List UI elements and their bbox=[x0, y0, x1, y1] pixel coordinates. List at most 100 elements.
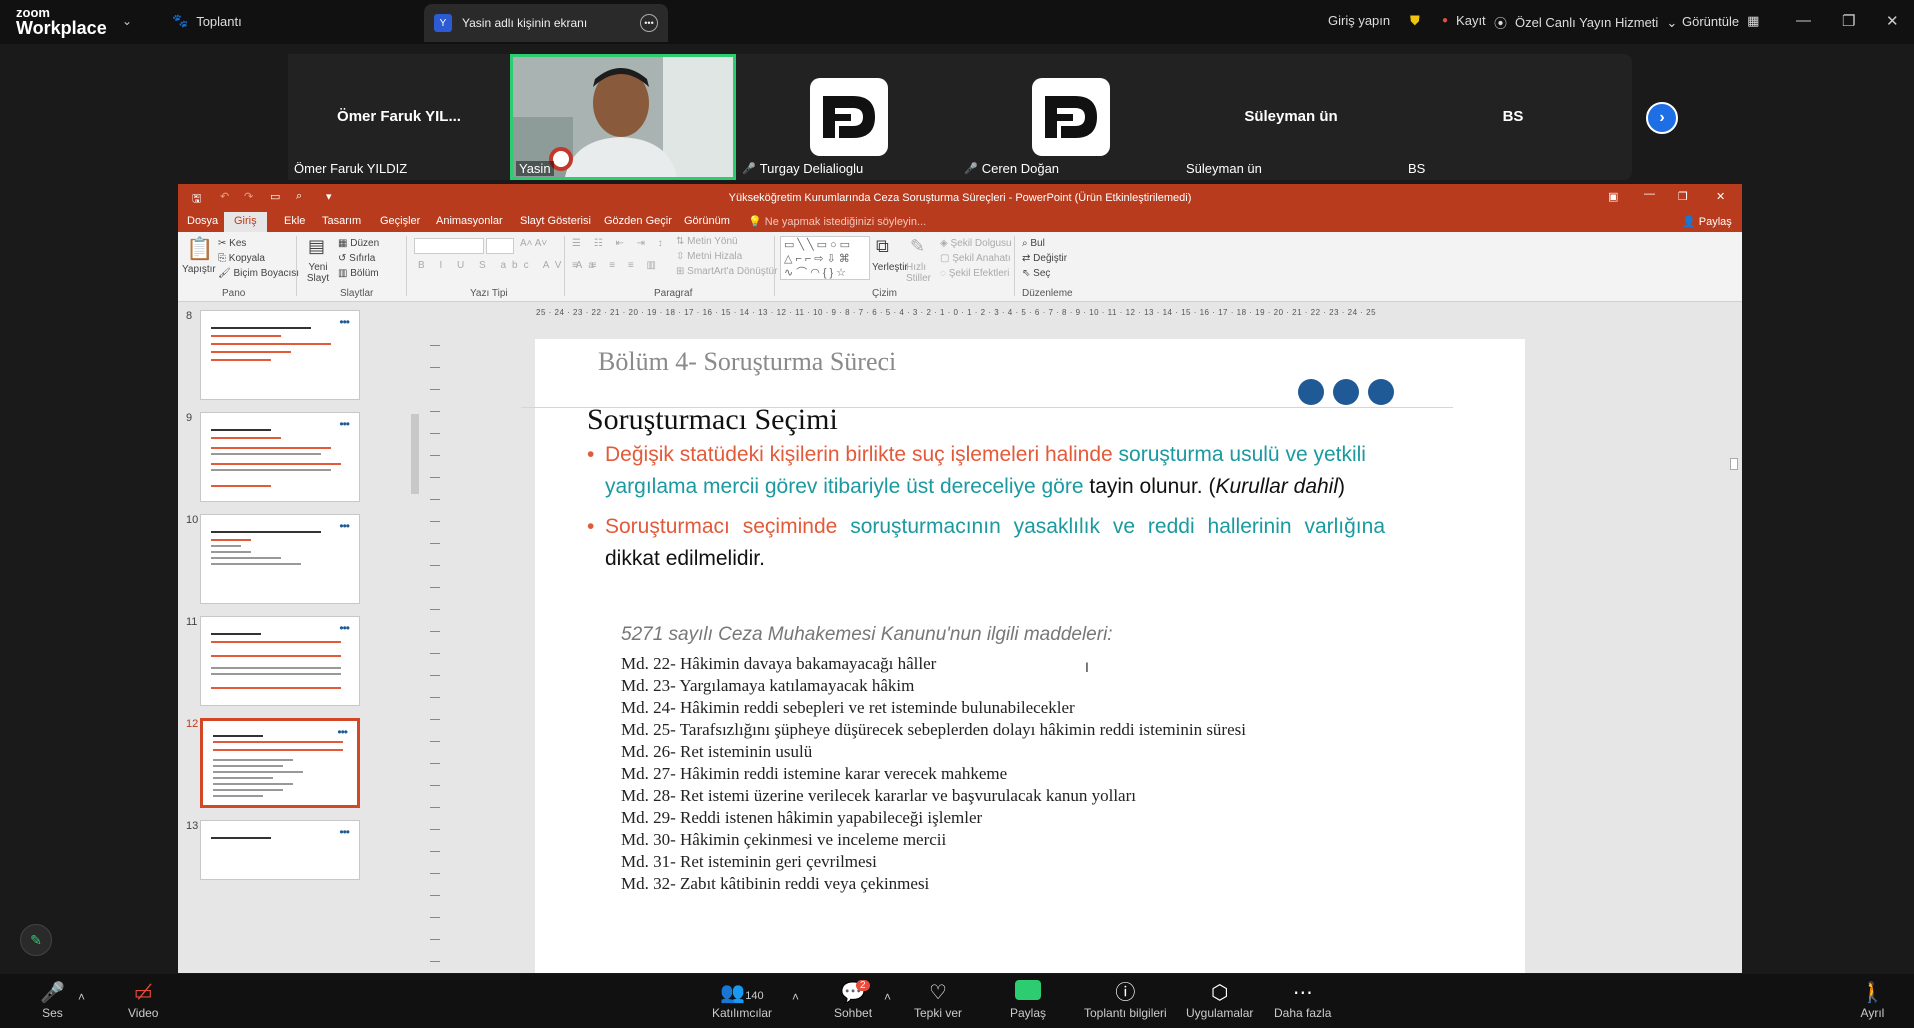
participant-tile[interactable]: 🎤 Ceren Doğan bbox=[958, 54, 1180, 180]
law-heading[interactable]: 5271 sayılı Ceza Muhakemesi Kanunu'nun i… bbox=[621, 624, 1113, 646]
shared-screen-tab[interactable]: Y Yasin adlı kişinin ekranı ••• bbox=[424, 4, 668, 42]
live-stream-menu[interactable]: ⦿ Özel Canlı Yayın Hizmeti ⌄ bbox=[1494, 13, 1677, 32]
paste-button[interactable]: Yapıştır bbox=[182, 264, 216, 275]
list-icons[interactable]: ☰ ☷ ⇤ ⇥ ↕ bbox=[572, 238, 668, 249]
format-painter-button[interactable]: 🖌 Biçim Boyacısı bbox=[218, 268, 299, 279]
quick-styles-button[interactable]: Hızlı Stiller bbox=[906, 262, 932, 284]
replace-button[interactable]: ⇄ Değiştir bbox=[1022, 253, 1067, 264]
chevron-down-icon[interactable]: ⌄ bbox=[122, 14, 132, 28]
slide-thumbnail-selected[interactable]: ••• bbox=[200, 718, 360, 808]
copy-button[interactable]: ⎘ Kopyala bbox=[218, 253, 265, 264]
find-button[interactable]: ⌕ Bul bbox=[1022, 238, 1045, 249]
article-item[interactable]: Md. 32- Zabıt kâtibinin reddi veya çekin… bbox=[621, 874, 929, 894]
more-button[interactable]: ⋯ Daha fazla bbox=[1274, 980, 1331, 1020]
shape-outline-button[interactable]: ▢ Şekil Anahatı bbox=[940, 253, 1011, 264]
close-icon[interactable]: ✕ bbox=[1886, 12, 1899, 30]
ribbon-display-icon[interactable]: ▣ bbox=[1608, 190, 1618, 203]
restore-icon[interactable]: ❐ bbox=[1842, 12, 1855, 30]
slide-thumbnail[interactable]: ••• bbox=[200, 820, 360, 880]
tab-insert[interactable]: Ekle bbox=[284, 215, 305, 227]
slide-thumbnail[interactable]: ••• bbox=[200, 616, 360, 706]
gallery-next-icon[interactable]: › bbox=[1646, 102, 1678, 134]
tab-view[interactable]: Görünüm bbox=[684, 215, 730, 227]
annotate-pencil-icon[interactable]: ✎ bbox=[20, 924, 52, 956]
leave-button[interactable]: 🚶 Ayrıl bbox=[1860, 980, 1885, 1020]
meeting-menu[interactable]: 🐾 Toplantı bbox=[172, 13, 242, 29]
tab-transitions[interactable]: Geçişler bbox=[380, 215, 420, 227]
font-size-select[interactable] bbox=[486, 238, 514, 254]
font-name-select[interactable] bbox=[414, 238, 484, 254]
participant-tile[interactable]: 🎤 Turgay Delialioglu bbox=[736, 54, 958, 180]
thumbnails-scroll-thumb[interactable] bbox=[411, 414, 419, 494]
align-text-button[interactable]: ⇳ Metni Hizala bbox=[676, 251, 742, 262]
article-item[interactable]: Md. 22- Hâkimin davaya bakamayacağı hâll… bbox=[621, 654, 936, 674]
ppt-close-icon[interactable]: ✕ bbox=[1716, 190, 1725, 203]
article-item[interactable]: Md. 28- Ret istemi üzerine verilecek kar… bbox=[621, 786, 1136, 806]
article-item[interactable]: Md. 29- Reddi istenen hâkimin yapabilece… bbox=[621, 808, 982, 828]
tab-slideshow[interactable]: Slayt Gösterisi bbox=[520, 215, 591, 227]
login-button[interactable]: Giriş yapın bbox=[1328, 13, 1390, 28]
font-grow-icon[interactable]: A˄ A˅ bbox=[520, 238, 547, 249]
record-indicator[interactable]: ● Kayıt bbox=[1442, 13, 1486, 28]
view-menu[interactable]: Görüntüle ▦ bbox=[1682, 13, 1759, 29]
share-button[interactable]: 👤 Paylaş bbox=[1682, 215, 1732, 228]
slide-thumbnail[interactable]: ••• bbox=[200, 412, 360, 502]
audio-button[interactable]: 🎤 Ses bbox=[40, 980, 65, 1020]
meeting-info-button[interactable]: ⓘ Toplantı bilgileri bbox=[1084, 980, 1167, 1020]
slide-canvas[interactable]: Bölüm 4- Soruşturma Süreci Soruşturmacı … bbox=[521, 339, 1525, 973]
shape-effects-button[interactable]: ◌ Şekil Efektleri bbox=[940, 268, 1009, 279]
shape-fill-button[interactable]: ◈ Şekil Dolgusu bbox=[940, 238, 1012, 249]
quick-styles-icon[interactable]: ✎ bbox=[910, 236, 925, 257]
layout-button[interactable]: ▦ Düzen bbox=[338, 238, 379, 249]
tab-animations[interactable]: Animasyonlar bbox=[436, 215, 503, 227]
paste-icon[interactable]: 📋 bbox=[186, 236, 213, 262]
participant-tile[interactable]: Süleyman ün Süleyman ün bbox=[1180, 54, 1402, 180]
tell-me-search[interactable]: 💡 Ne yapmak istediğinizi söyleyin... bbox=[748, 215, 926, 228]
more-options-icon[interactable]: ••• bbox=[640, 14, 658, 32]
active-speaker-tile[interactable]: Yasin bbox=[510, 54, 736, 180]
slide-scrollbar[interactable] bbox=[1728, 308, 1740, 968]
article-item[interactable]: Md. 23- Yargılamaya katılamayacak hâkim bbox=[621, 676, 914, 696]
smartart-button[interactable]: ⊞ SmartArt'a Dönüştür bbox=[676, 266, 777, 277]
article-item[interactable]: Md. 26- Ret isteminin usulü bbox=[621, 742, 812, 762]
apps-button[interactable]: ⬡ Uygulamalar bbox=[1186, 980, 1253, 1020]
tab-file[interactable]: Dosya bbox=[187, 215, 218, 227]
bullet-1[interactable]: • Değişik statüdeki kişilerin birlikte s… bbox=[587, 439, 1385, 503]
new-slide-button[interactable]: Yeni Slayt bbox=[304, 262, 332, 284]
slide-title[interactable]: Soruşturmacı Seçimi bbox=[587, 403, 838, 437]
chat-button[interactable]: 💬 Sohbet 2 bbox=[834, 980, 872, 1020]
bullet-2[interactable]: • Soruşturmacı seçiminde soruşturmacının… bbox=[587, 511, 1385, 575]
article-item[interactable]: Md. 30- Hâkimin çekinmesi ve inceleme me… bbox=[621, 830, 946, 850]
participants-options-chevron-icon[interactable]: ˄ bbox=[792, 990, 799, 1004]
reactions-button[interactable]: ♡ Tepki ver bbox=[914, 980, 962, 1020]
article-item[interactable]: Md. 31- Ret isteminin geri çevrilmesi bbox=[621, 852, 877, 872]
participants-button[interactable]: 👥140 Katılımcılar bbox=[712, 980, 772, 1020]
share-screen-button[interactable]: Paylaş bbox=[1010, 980, 1046, 1020]
arrange-icon[interactable]: ⧉ bbox=[876, 236, 889, 257]
select-button[interactable]: ⇖ Seç bbox=[1022, 268, 1050, 279]
slide-scroll-thumb[interactable] bbox=[1730, 458, 1738, 470]
section-button[interactable]: ▥ Bölüm bbox=[338, 268, 379, 279]
new-slide-icon[interactable]: ▤ bbox=[308, 236, 325, 257]
chat-options-chevron-icon[interactable]: ˄ bbox=[884, 990, 891, 1004]
audio-options-chevron-icon[interactable]: ˄ bbox=[78, 990, 85, 1004]
text-direction-button[interactable]: ⇅ Metin Yönü bbox=[676, 236, 738, 247]
article-item[interactable]: Md. 24- Hâkimin reddi sebepleri ve ret i… bbox=[621, 698, 1075, 718]
cut-button[interactable]: ✂ Kes bbox=[218, 238, 246, 249]
tab-design[interactable]: Tasarım bbox=[322, 215, 361, 227]
reset-button[interactable]: ↺ Sıfırla bbox=[338, 253, 375, 264]
participant-tile[interactable]: Ömer Faruk YIL... Ömer Faruk YILDIZ bbox=[288, 54, 510, 180]
shapes-gallery[interactable]: ▭╲╲▭○▭ △⌐⌐⇨⇩⌘ ∿⌒◠{}☆ bbox=[780, 236, 870, 280]
thumbnails-scrollbar[interactable] bbox=[410, 304, 420, 973]
arrange-button[interactable]: Yerleştir bbox=[872, 262, 908, 273]
participant-tile[interactable]: BS BS bbox=[1402, 54, 1624, 180]
article-item[interactable]: Md. 27- Hâkimin reddi istemine karar ver… bbox=[621, 764, 1007, 784]
align-icons[interactable]: ≡ ≡ ≡ ≡ ▥ bbox=[572, 260, 661, 271]
ppt-restore-icon[interactable]: ❐ bbox=[1678, 190, 1688, 203]
ppt-minimize-icon[interactable]: — bbox=[1644, 188, 1655, 200]
slide-thumbnail[interactable]: ••• bbox=[200, 310, 360, 400]
video-button[interactable]: ▭̸ Video bbox=[128, 980, 158, 1020]
security-shield-icon[interactable]: ⛊ bbox=[1410, 13, 1420, 29]
minimize-icon[interactable]: — bbox=[1796, 12, 1811, 29]
tab-review[interactable]: Gözden Geçir bbox=[604, 215, 672, 227]
